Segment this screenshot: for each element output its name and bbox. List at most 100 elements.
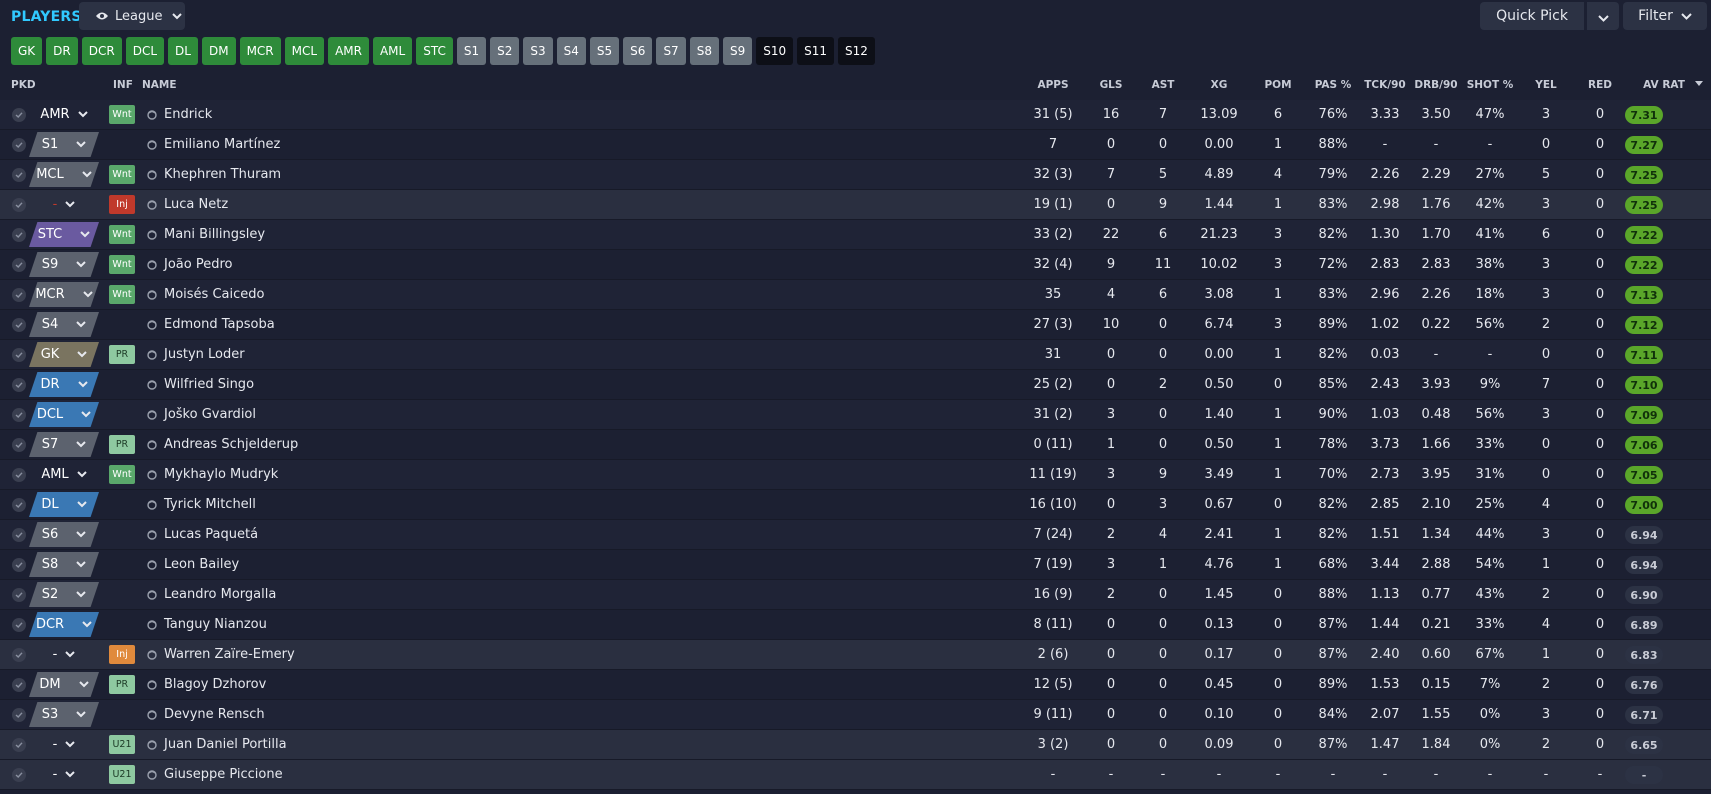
position-filter-s10[interactable]: S10 — [756, 37, 794, 65]
player-name[interactable]: Devyne Rensch — [164, 707, 265, 722]
pick-check-icon[interactable] — [12, 288, 26, 302]
pick-check-icon[interactable] — [12, 258, 26, 272]
player-name[interactable]: Khephren Thuram — [164, 167, 281, 182]
position-filter-s8[interactable]: S8 — [689, 37, 719, 65]
position-filter-gk[interactable]: GK — [11, 37, 43, 65]
col-shot[interactable]: SHOT % — [1467, 79, 1514, 91]
position-select[interactable]: MCR — [29, 282, 99, 307]
col-pkd[interactable]: PKD — [11, 79, 36, 91]
position-select[interactable]: S4 — [29, 312, 99, 337]
position-filter-s11[interactable]: S11 — [797, 37, 835, 65]
position-filter-s6[interactable]: S6 — [623, 37, 653, 65]
player-name[interactable]: Tanguy Nianzou — [164, 617, 267, 632]
info-badge[interactable]: Wnt — [109, 225, 135, 244]
table-row[interactable]: AMR Wnt Endrick 31 (5) 16 7 13.09 6 76% 3.33 3.50 4… — [0, 100, 1711, 130]
position-filter-amr[interactable]: AMR — [328, 37, 369, 65]
col-ast[interactable]: AST — [1152, 79, 1175, 91]
position-select[interactable]: S3 — [29, 702, 99, 727]
table-row[interactable]: S3 Devyne Rensch 9 (11) 0 0 0.10 0 84% 2.07 1.55 0… — [0, 700, 1711, 730]
player-name[interactable]: João Pedro — [164, 257, 232, 272]
table-row[interactable]: S1 Emiliano Martínez 7 0 0 0.00 1 88% - - - 0 0 7.27 — [0, 130, 1711, 160]
position-select[interactable]: S8 — [29, 552, 99, 577]
position-select[interactable]: DCL — [29, 402, 99, 427]
position-select[interactable]: AMR — [29, 102, 99, 127]
player-name[interactable]: Andreas Schjelderup — [164, 437, 298, 452]
pick-check-icon[interactable] — [12, 708, 26, 722]
player-name[interactable]: Juan Daniel Portilla — [164, 737, 287, 752]
col-pas[interactable]: PAS % — [1315, 79, 1352, 91]
player-name[interactable]: Moisés Caicedo — [164, 287, 264, 302]
table-row[interactable]: S4 Edmond Tapsoba 27 (3) 10 0 6.74 3 89% 1.02 0.2… — [0, 310, 1711, 340]
pick-check-icon[interactable] — [12, 138, 26, 152]
player-name[interactable]: Joško Gvardiol — [164, 407, 256, 422]
table-row[interactable]: AML Wnt Mykhaylo Mudryk 11 (19) 3 9 3.49 1 70% 2.… — [0, 460, 1711, 490]
pick-check-icon[interactable] — [12, 768, 26, 782]
pick-check-icon[interactable] — [12, 438, 26, 452]
player-name[interactable]: Leandro Morgalla — [164, 587, 276, 602]
player-name[interactable]: Tyrick Mitchell — [164, 497, 256, 512]
position-select[interactable]: - — [29, 192, 99, 217]
position-filter-dm[interactable]: DM — [201, 37, 236, 65]
player-name[interactable]: Wilfried Singo — [164, 377, 254, 392]
table-row[interactable]: - Inj Luca Netz 19 (1) 0 9 1.44 1 83% 2.98 1.76 42%… — [0, 190, 1711, 220]
table-row[interactable]: MCR Wnt Moisés Caicedo 35 4 6 3.08 1 83% 2.96 2.26… — [0, 280, 1711, 310]
col-tck[interactable]: TCK/90 — [1364, 79, 1405, 91]
info-badge[interactable]: Wnt — [109, 285, 135, 304]
position-select[interactable]: - — [29, 762, 99, 787]
player-name[interactable]: Lucas Paquetá — [164, 527, 258, 542]
position-filter-s2[interactable]: S2 — [490, 37, 520, 65]
col-pom[interactable]: POM — [1264, 79, 1291, 91]
pick-check-icon[interactable] — [12, 378, 26, 392]
view-dropdown[interactable]: League — [79, 2, 185, 30]
position-select[interactable]: S1 — [29, 132, 99, 157]
position-select[interactable]: AML — [29, 462, 99, 487]
table-row[interactable]: MCL Wnt Khephren Thuram 32 (3) 7 5 4.89 4 79% 2.2… — [0, 160, 1711, 190]
col-inf[interactable]: INF — [113, 79, 133, 91]
player-name[interactable]: Justyn Loder — [164, 347, 245, 362]
position-filter-s1[interactable]: S1 — [456, 37, 487, 65]
pick-check-icon[interactable] — [12, 588, 26, 602]
pick-check-icon[interactable] — [12, 408, 26, 422]
position-select[interactable]: S6 — [29, 522, 99, 547]
pick-check-icon[interactable] — [12, 198, 26, 212]
pick-check-icon[interactable] — [12, 348, 26, 362]
position-select[interactable]: S2 — [29, 582, 99, 607]
col-yel[interactable]: YEL — [1535, 79, 1556, 91]
position-filter-stc[interactable]: STC — [416, 37, 453, 65]
table-row[interactable]: S8 Leon Bailey 7 (19) 3 1 4.76 1 68% 3.44 2.88 54%… — [0, 550, 1711, 580]
filter-button[interactable]: Filter — [1623, 2, 1707, 30]
player-name[interactable]: Mani Billingsley — [164, 227, 265, 242]
table-row[interactable]: DL Tyrick Mitchell 16 (10) 0 3 0.67 0 82% 2.85 2.… — [0, 490, 1711, 520]
pick-check-icon[interactable] — [12, 168, 26, 182]
position-select[interactable]: DL — [29, 492, 99, 517]
info-badge[interactable]: Wnt — [109, 255, 135, 274]
info-badge[interactable]: Wnt — [109, 165, 135, 184]
position-filter-s3[interactable]: S3 — [523, 37, 553, 65]
position-select[interactable]: DM — [29, 672, 99, 697]
pick-check-icon[interactable] — [12, 228, 26, 242]
table-row[interactable]: S9 Wnt João Pedro 32 (4) 9 11 10.02 3 72% 2.83 2.8… — [0, 250, 1711, 280]
position-select[interactable]: DR — [29, 372, 99, 397]
position-select[interactable]: STC — [29, 222, 99, 247]
position-select[interactable]: - — [29, 642, 99, 667]
table-row[interactable]: - U21 Juan Daniel Portilla 3 (2) 0 0 0.09 0 87% 1… — [0, 730, 1711, 760]
player-name[interactable]: Emiliano Martínez — [164, 137, 280, 152]
quick-pick-dropdown[interactable] — [1587, 2, 1619, 30]
pick-check-icon[interactable] — [12, 528, 26, 542]
col-apps[interactable]: APPS — [1037, 79, 1068, 91]
table-row[interactable]: DCL Joško Gvardiol 31 (2) 3 0 1.40 1 90% 1.03 0.4… — [0, 400, 1711, 430]
position-filter-dl[interactable]: DL — [168, 37, 198, 65]
col-drb[interactable]: DRB/90 — [1414, 79, 1457, 91]
position-select[interactable]: S9 — [29, 252, 99, 277]
table-row[interactable]: S7 PR Andreas Schjelderup 0 (11) 1 0 0.50 1 78% 3… — [0, 430, 1711, 460]
position-select[interactable]: MCL — [29, 162, 99, 187]
position-select[interactable]: DCR — [29, 612, 99, 637]
table-row[interactable]: - Inj Warren Zaïre-Emery 2 (6) 0 0 0.17 0 87% 2.4… — [0, 640, 1711, 670]
table-row[interactable]: - U21 Giuseppe Piccione - - - - - - - - - - - - — [0, 760, 1711, 790]
table-row[interactable]: S6 Lucas Paquetá 7 (24) 2 4 2.41 1 82% 1.51 1.34 4… — [0, 520, 1711, 550]
pick-check-icon[interactable] — [12, 648, 26, 662]
position-filter-mcr[interactable]: MCR — [239, 37, 281, 65]
position-filter-s7[interactable]: S7 — [656, 37, 686, 65]
position-filter-s12[interactable]: S12 — [838, 37, 875, 65]
pick-check-icon[interactable] — [12, 558, 26, 572]
